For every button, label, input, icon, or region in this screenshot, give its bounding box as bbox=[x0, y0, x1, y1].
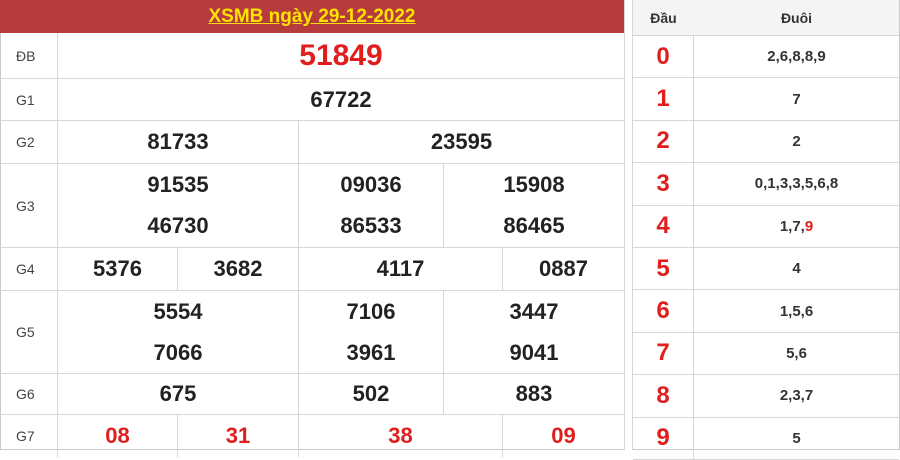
loto-tail-highlight: 9 bbox=[804, 217, 814, 235]
prize-number: 3447 bbox=[509, 298, 559, 324]
prize-number: 51849 bbox=[299, 38, 383, 72]
loto-tail-text: 1,7, bbox=[779, 217, 805, 235]
results-title[interactable]: XSMB ngày 29-12-2022 bbox=[0, 0, 624, 33]
prize-row-g3: G3 91535 09036 15908 46730 86533 86465 bbox=[0, 164, 624, 248]
prize-number: 46730 bbox=[58, 205, 299, 247]
loto-row: 17 bbox=[633, 78, 899, 121]
loto-tail-text: 5 bbox=[792, 429, 801, 447]
loto-head-digit: 0 bbox=[633, 36, 694, 78]
loto-row: 54 bbox=[633, 247, 899, 291]
loto-row: 8 2,3,7 bbox=[633, 375, 899, 418]
loto-tail-digits: 2 bbox=[694, 121, 899, 162]
prize-label: ĐB bbox=[0, 33, 58, 78]
prize-number: 675 bbox=[58, 374, 299, 414]
loto-head-tail-table: Đầu Đuôi 0 2,6,8,8,9 1 7 2 2 3 0,1,3,3,5,6,8 4 1,… bbox=[633, 0, 899, 460]
prize-number: 5554 bbox=[58, 291, 299, 332]
loto-tail-text: 4 bbox=[792, 260, 801, 278]
prize-number: 7066 bbox=[58, 332, 299, 373]
loto-tail-digits: 7 bbox=[694, 78, 899, 119]
loto-tail-digits: 5 bbox=[694, 418, 899, 459]
loto-head-digit: 2 bbox=[633, 120, 694, 163]
prize-row-db: ĐB 51849 bbox=[0, 33, 624, 79]
prize-number: 09036 bbox=[299, 164, 444, 206]
prize-label: G4 bbox=[0, 248, 58, 290]
loto-row: 95 bbox=[633, 417, 899, 460]
loto-tail-digits: 2,3,7 bbox=[694, 375, 899, 416]
prize-number: 23595 bbox=[430, 129, 493, 154]
prize-number: 15908 bbox=[503, 171, 565, 197]
prize-number: 31 bbox=[178, 415, 299, 457]
loto-tail-digits: 2,6,8,8,9 bbox=[694, 36, 899, 77]
prize-number: 3961 bbox=[299, 332, 444, 373]
prize-row-g6: G6 675 502 883 bbox=[0, 374, 624, 415]
prize-label: G1 bbox=[0, 79, 58, 120]
prize-number: 09 bbox=[551, 423, 576, 448]
loto-head-digit: 5 bbox=[633, 247, 694, 290]
loto-head-digit: 8 bbox=[633, 375, 694, 417]
loto-tail-text: 2,3,7 bbox=[779, 387, 814, 405]
loto-tail-digits: 1,7, 9 bbox=[694, 206, 899, 247]
prize-row-g2: G2 81733 23595 bbox=[0, 121, 624, 164]
prize-number: 883 bbox=[515, 381, 553, 406]
loto-head-digit: 3 bbox=[633, 163, 694, 205]
loto-tail-digits: 4 bbox=[694, 248, 899, 289]
loto-tail-digits: 1,5,6 bbox=[694, 290, 899, 331]
prize-number: 81733 bbox=[58, 121, 299, 163]
loto-head-digit: 4 bbox=[633, 205, 694, 247]
prize-number: 7106 bbox=[299, 291, 444, 332]
loto-row: 3 0,1,3,3,5,6,8 bbox=[633, 163, 899, 206]
loto-tail-text: 5,6 bbox=[786, 344, 807, 362]
loto-head-digit: 9 bbox=[633, 417, 694, 459]
prize-number: 86533 bbox=[299, 205, 444, 247]
prize-row-g7: G7 08 31 38 09 bbox=[0, 415, 624, 457]
loto-row: 0 2,6,8,8,9 bbox=[633, 36, 899, 79]
prize-row-g4: G4 5376 3682 4117 0887 bbox=[0, 248, 624, 291]
loto-head-digit: 7 bbox=[633, 332, 694, 375]
loto-tail-text: 2,6,8,8,9 bbox=[767, 48, 826, 66]
head-column-label: Đầu bbox=[650, 9, 677, 26]
prize-label: G7 bbox=[0, 415, 58, 457]
loto-row: 22 bbox=[633, 120, 899, 164]
loto-tail-text: 1,5,6 bbox=[779, 302, 814, 320]
loto-tail-text: 2 bbox=[792, 132, 801, 150]
prize-row-g5: G5 5554 7106 3447 7066 3961 9041 bbox=[0, 291, 624, 374]
prize-number: 86465 bbox=[503, 213, 565, 239]
results-table: XSMB ngày 29-12-2022 ĐB 51849 G1 67722 G… bbox=[0, 0, 624, 457]
prize-label: G5 bbox=[0, 291, 58, 373]
prize-number: 38 bbox=[299, 415, 503, 457]
prize-number: 0887 bbox=[539, 256, 588, 281]
prize-label: G2 bbox=[0, 121, 58, 163]
loto-row: 7 5,6 bbox=[633, 332, 899, 376]
loto-row: 6 1,5,6 bbox=[633, 290, 899, 333]
prize-number: 67722 bbox=[310, 86, 372, 112]
prize-number: 3682 bbox=[178, 248, 299, 290]
prize-number: 08 bbox=[58, 415, 178, 457]
prize-number: 4117 bbox=[299, 248, 503, 290]
loto-tail-digits: 5,6 bbox=[694, 333, 899, 374]
prize-number: 502 bbox=[299, 374, 444, 414]
prize-number: 91535 bbox=[58, 164, 299, 206]
prize-label: G6 bbox=[0, 374, 58, 414]
loto-tail-text: 0,1,3,3,5,6,8 bbox=[754, 175, 839, 193]
column-separator bbox=[624, 0, 633, 450]
loto-row: 4 1,7, 9 bbox=[633, 205, 899, 248]
tail-column-label: Đuôi bbox=[780, 9, 813, 26]
prize-number: 5376 bbox=[58, 248, 178, 290]
prize-number: 9041 bbox=[509, 339, 559, 365]
loto-tail-text: 7 bbox=[792, 90, 801, 108]
prize-label: G3 bbox=[0, 164, 58, 247]
loto-head-digit: 6 bbox=[633, 290, 694, 332]
loto-header: Đầu Đuôi bbox=[633, 0, 899, 36]
loto-head-digit: 1 bbox=[633, 78, 694, 120]
prize-row-g1: G1 67722 bbox=[0, 79, 624, 121]
loto-tail-digits: 0,1,3,3,5,6,8 bbox=[694, 163, 899, 204]
